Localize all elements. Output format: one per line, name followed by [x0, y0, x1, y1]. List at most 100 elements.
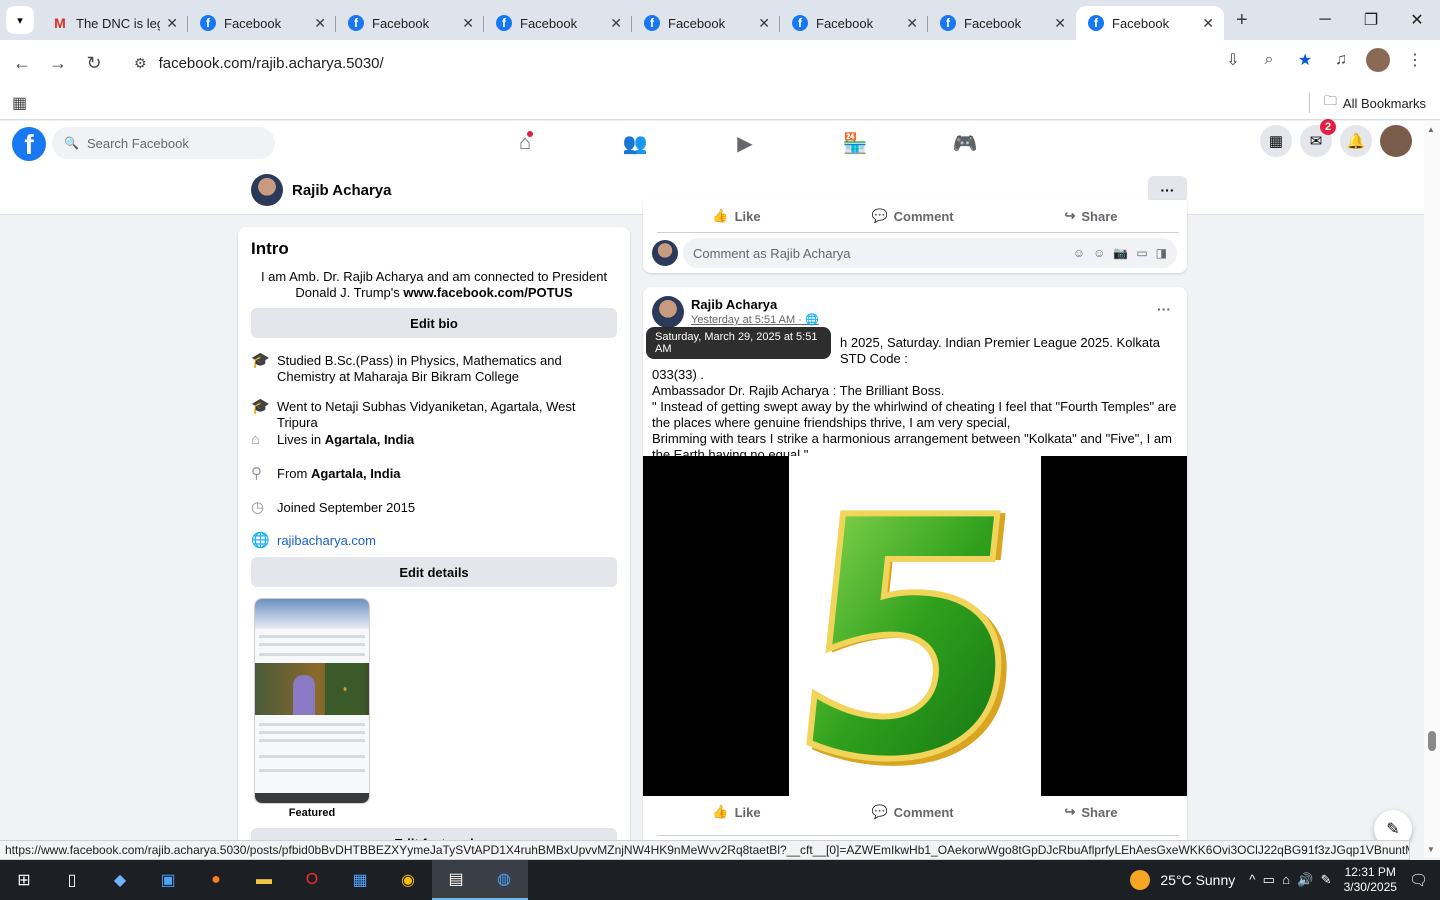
- forward-icon[interactable]: →: [40, 53, 76, 74]
- commenter-avatar[interactable]: [652, 240, 678, 266]
- media-controls-icon[interactable]: ♫: [1330, 51, 1352, 69]
- file-explorer-icon[interactable]: ▬: [240, 860, 288, 900]
- profile-avatar[interactable]: [251, 174, 283, 206]
- zoom-icon[interactable]: ⌕: [1258, 51, 1280, 69]
- close-window-icon[interactable]: ✕: [1394, 0, 1440, 40]
- notifications-button[interactable]: 🔔: [1340, 125, 1372, 157]
- close-tab-icon[interactable]: ✕: [906, 15, 918, 32]
- opera-icon[interactable]: O: [288, 860, 336, 900]
- share-button[interactable]: ↪ Share: [1064, 208, 1117, 224]
- maximize-icon[interactable]: ❐: [1348, 0, 1394, 40]
- menu-grid-button[interactable]: ▦: [1260, 125, 1292, 157]
- close-tab-icon[interactable]: ✕: [314, 15, 326, 32]
- store-icon[interactable]: ▦: [336, 860, 384, 900]
- digit-five: 5: [789, 456, 1041, 796]
- share-button[interactable]: ↪ Share: [1064, 804, 1117, 820]
- close-tab-icon[interactable]: ✕: [610, 15, 622, 32]
- gaming-tab[interactable]: 🎮: [910, 121, 1020, 166]
- reload-icon[interactable]: ↻: [76, 53, 112, 74]
- messenger-button[interactable]: ✉ 2: [1300, 119, 1336, 157]
- browser-tab-active[interactable]: f Facebook ✕: [1076, 6, 1224, 40]
- camera-icon[interactable]: 📷: [1113, 246, 1128, 260]
- comment-button[interactable]: 💬 Comment: [871, 208, 953, 224]
- app-icon[interactable]: ▣: [144, 860, 192, 900]
- new-tab-button[interactable]: +: [1236, 9, 1248, 32]
- browser-tab[interactable]: f Facebook ✕: [928, 6, 1076, 40]
- notifications-icon[interactable]: 🗨: [1409, 871, 1428, 889]
- facebook-logo[interactable]: f: [12, 127, 46, 161]
- website-link[interactable]: rajibacharya.com: [277, 533, 376, 549]
- browser-tab[interactable]: f Facebook ✕: [188, 6, 336, 40]
- page-scrollbar[interactable]: ▲ ▼: [1424, 121, 1440, 858]
- browser-tab[interactable]: f Facebook ✕: [632, 6, 780, 40]
- lives-place[interactable]: Agartala, India: [325, 432, 415, 447]
- browser-tab[interactable]: f Facebook ✕: [484, 6, 632, 40]
- account-avatar[interactable]: [1380, 125, 1412, 157]
- scroll-down-icon[interactable]: ▼: [1427, 845, 1435, 854]
- chevron-up-icon[interactable]: ^: [1249, 872, 1255, 887]
- clock[interactable]: 12:31 PM 3/30/2025: [1344, 865, 1397, 895]
- post-timestamp[interactable]: Yesterday at 5:51 AM · 🌐: [691, 313, 819, 326]
- task-view-icon[interactable]: ▯: [48, 860, 96, 900]
- bookmark-star-icon[interactable]: ★: [1294, 50, 1316, 70]
- comment-button[interactable]: 💬 Comment: [871, 804, 953, 820]
- profile-name[interactable]: Rajib Acharya: [292, 182, 392, 199]
- firefox-icon[interactable]: ●: [192, 860, 240, 900]
- from-place[interactable]: Agartala, India: [311, 466, 401, 481]
- friends-tab[interactable]: 👥: [580, 121, 690, 166]
- browser-profile-avatar[interactable]: [1366, 48, 1390, 72]
- device-icon[interactable]: ▭: [1263, 872, 1275, 887]
- post-author-avatar[interactable]: [652, 296, 684, 328]
- tab-title: Facebook: [224, 15, 282, 31]
- volume-icon[interactable]: 🔊: [1297, 872, 1313, 887]
- post-image[interactable]: 5 5: [643, 446, 1187, 842]
- post-more-button[interactable]: ···: [1157, 301, 1171, 317]
- profile-more-button[interactable]: ···: [1148, 176, 1187, 203]
- gif-icon[interactable]: ▭: [1136, 246, 1147, 260]
- site-info-icon[interactable]: ⚙: [134, 55, 147, 72]
- pen-icon[interactable]: ✎: [1321, 872, 1332, 887]
- address-input[interactable]: ⚙ facebook.com/rajib.acharya.5030/: [122, 46, 1216, 80]
- edit-bio-button[interactable]: Edit bio: [251, 308, 617, 338]
- featured-thumbnail-line: [259, 635, 365, 638]
- bio-link[interactable]: www.facebook.com/POTUS: [403, 285, 572, 300]
- comment-input[interactable]: Comment as Rajib Acharya ☺ ☺ 📷 ▭ ◨: [683, 238, 1177, 268]
- browser-menu-icon[interactable]: ⋮: [1404, 50, 1426, 70]
- went-to-text: Went to Netaji Subhas Vidyaniketan, Agar…: [277, 399, 576, 430]
- install-app-icon[interactable]: ⇩: [1222, 50, 1244, 70]
- start-icon[interactable]: ⊞: [0, 860, 48, 900]
- all-bookmarks-button[interactable]: 🗀 All Bookmarks: [1324, 92, 1426, 114]
- close-tab-icon[interactable]: ✕: [1054, 15, 1066, 32]
- post-author-name[interactable]: Rajib Acharya: [691, 297, 777, 312]
- close-tab-icon[interactable]: ✕: [1202, 15, 1214, 32]
- home-tab[interactable]: ⌂: [470, 121, 580, 166]
- featured-story-thumbnail[interactable]: [254, 598, 370, 804]
- sticker-icon[interactable]: ◨: [1156, 246, 1167, 260]
- close-tab-icon[interactable]: ✕: [758, 15, 770, 32]
- weather-widget[interactable]: 25°C Sunny: [1160, 872, 1235, 888]
- copilot-icon[interactable]: ◆: [96, 860, 144, 900]
- marketplace-tab[interactable]: 🏪: [800, 121, 910, 166]
- like-button[interactable]: 👍 Like: [712, 804, 760, 820]
- scrollbar-thumb[interactable]: [1428, 731, 1436, 751]
- scroll-up-icon[interactable]: ▲: [1427, 125, 1435, 134]
- like-button[interactable]: 👍 Like: [712, 208, 760, 224]
- browser-tab[interactable]: M The DNC is leg ✕: [40, 6, 188, 40]
- browser-tab[interactable]: f Facebook ✕: [780, 6, 928, 40]
- emoji-icon[interactable]: ☺: [1093, 246, 1105, 260]
- minimize-icon[interactable]: ─: [1302, 0, 1348, 40]
- avatar-sticker-icon[interactable]: ☺: [1073, 246, 1085, 260]
- notepad-icon[interactable]: ▤: [432, 860, 480, 900]
- back-icon[interactable]: ←: [4, 53, 40, 74]
- browser-tab[interactable]: f Facebook ✕: [336, 6, 484, 40]
- network-icon[interactable]: ⌂: [1282, 872, 1290, 887]
- close-tab-icon[interactable]: ✕: [166, 15, 178, 32]
- video-tab[interactable]: ▶: [690, 121, 800, 166]
- media-app-icon[interactable]: ◍: [480, 860, 528, 900]
- chrome-icon[interactable]: ◉: [384, 860, 432, 900]
- close-tab-icon[interactable]: ✕: [462, 15, 474, 32]
- tab-search-button[interactable]: ▾: [6, 6, 34, 34]
- facebook-search-input[interactable]: 🔍 Search Facebook: [52, 127, 275, 159]
- apps-grid-icon[interactable]: ▦: [12, 93, 27, 113]
- edit-details-button[interactable]: Edit details: [251, 557, 617, 587]
